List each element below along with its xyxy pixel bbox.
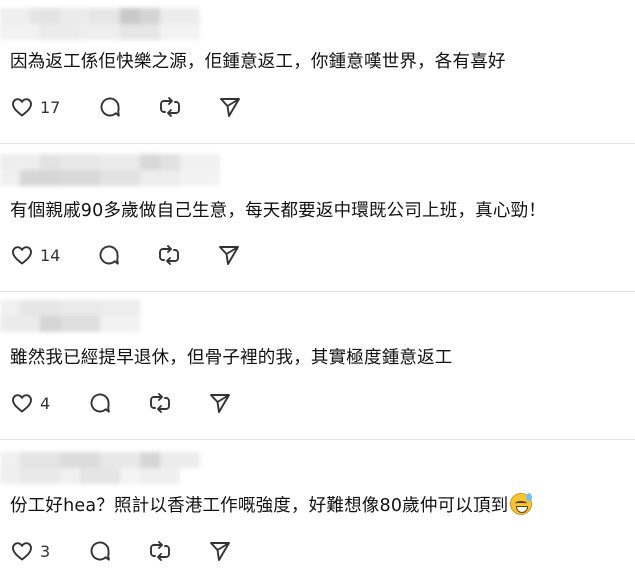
send-paper-plane-icon [210,394,231,413]
heart-icon [12,394,32,413]
speech-bubble-icon [99,245,120,265]
reply-button[interactable] [97,243,121,267]
comment-item: 份工好hea？照計以香港工作嘅強度，好難想像80歲仲可以頂到 3 [0,440,635,582]
blurred-username [0,154,220,186]
share-button[interactable] [208,539,232,563]
repost-arrows-icon [150,393,171,413]
comment-feed: 因為返工係佢快樂之源，佢鍾意返工，你鍾意嘆世界，各有喜好 17 有個親戚90多歲… [0,0,635,582]
like-button[interactable]: 3 [10,539,50,563]
repost-arrows-icon [159,245,180,265]
reply-button[interactable] [98,95,122,119]
speech-bubble-icon [90,393,110,413]
like-button[interactable]: 17 [10,95,60,119]
reply-button[interactable] [88,391,112,415]
comment-actions: 4 [10,390,232,416]
heart-icon [12,246,32,265]
send-paper-plane-icon [220,98,241,117]
like-count: 3 [40,541,51,561]
share-button[interactable] [218,95,242,119]
like-button[interactable]: 14 [10,243,60,267]
blurred-username [0,452,200,484]
like-count: 17 [40,97,61,117]
comment-text: 份工好hea？照計以香港工作嘅強度，好難想像80歲仲可以頂到 [10,492,533,517]
blurred-username [0,8,200,40]
repost-arrows-icon [160,97,181,117]
heart-icon [12,98,32,117]
blurred-username [0,300,140,332]
repost-button[interactable] [158,95,182,119]
repost-button[interactable] [148,539,172,563]
comment-actions: 14 [10,242,241,268]
comment-actions: 3 [10,538,232,564]
comment-item: 雖然我已經提早退休，但骨子裡的我，其實極度鍾意返工 4 [0,292,635,439]
reply-button[interactable] [88,539,112,563]
speech-bubble-icon [90,541,110,561]
comment-actions: 17 [10,94,242,120]
share-button[interactable] [217,243,241,267]
like-count: 4 [40,393,51,413]
comment-text: 雖然我已經提早退休，但骨子裡的我，其實極度鍾意返工 [10,348,453,368]
comment-text: 有個親戚90多歲做自己生意，每天都要返中環既公司上班，真心勁！ [10,201,546,221]
like-count: 14 [40,245,61,265]
grinning-sweat-emoji-icon [510,493,533,515]
like-button[interactable]: 4 [10,391,50,415]
comment-item: 有個親戚90多歲做自己生意，每天都要返中環既公司上班，真心勁！ 14 [0,144,635,291]
comment-text: 因為返工係佢快樂之源，佢鍾意返工，你鍾意嘆世界，各有喜好 [10,52,506,72]
repost-arrows-icon [150,541,171,561]
send-paper-plane-icon [210,542,231,561]
heart-icon [12,542,32,561]
send-paper-plane-icon [219,246,240,265]
repost-button[interactable] [148,391,172,415]
share-button[interactable] [208,391,232,415]
comment-item: 因為返工係佢快樂之源，佢鍾意返工，你鍾意嘆世界，各有喜好 17 [0,0,635,143]
repost-button[interactable] [157,243,181,267]
speech-bubble-icon [100,97,121,117]
